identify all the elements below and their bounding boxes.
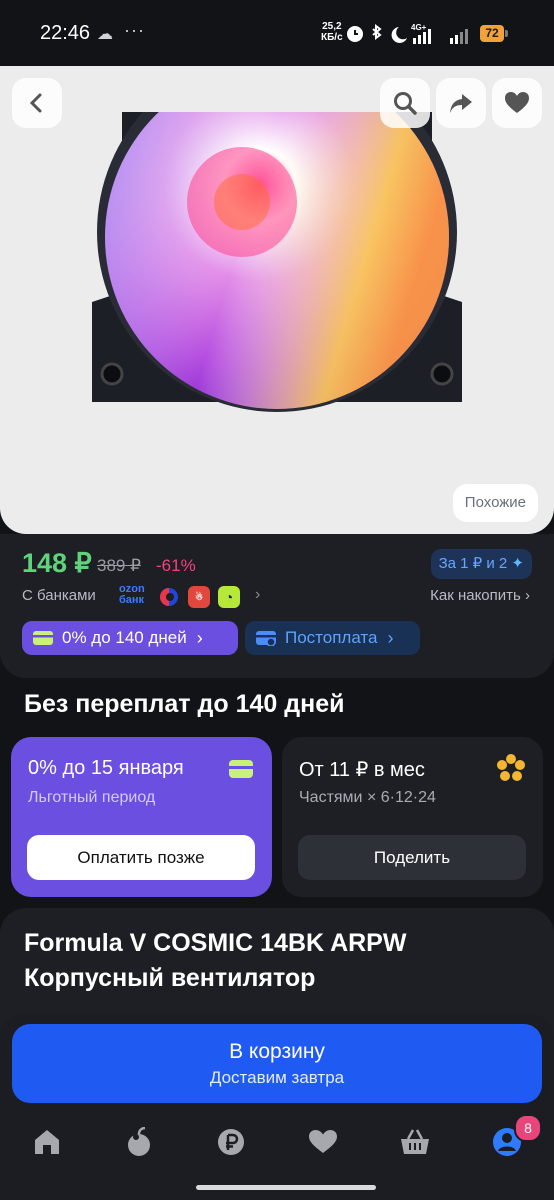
status-bar: 22:46 ☁ ··· 25,2 КБ/с 4G+ 72 xyxy=(0,0,554,66)
sparkle-icon: ✦ xyxy=(511,555,524,572)
how-to-accumulate-link[interactable]: Как накопить › xyxy=(430,587,530,604)
search-button[interactable] xyxy=(380,78,430,128)
installment-chip-label: 0% до 140 дней xyxy=(62,628,187,647)
add-to-cart-button[interactable]: В корзину Доставим завтра xyxy=(12,1024,542,1103)
apple-icon xyxy=(128,1127,150,1156)
bluetooth-icon xyxy=(372,24,382,40)
status-time: 22:46 xyxy=(40,22,91,44)
battery-icon: 72 xyxy=(480,25,504,42)
heart-icon xyxy=(505,92,529,113)
battery-tip xyxy=(505,30,508,37)
back-button[interactable] xyxy=(12,78,62,128)
delivery-label: Доставим завтра xyxy=(209,1068,345,1087)
network-type: 4G+ xyxy=(411,23,427,32)
add-to-cart-label: В корзину xyxy=(229,1040,325,1063)
similar-button[interactable]: Похожие xyxy=(452,484,538,522)
installments-title: Без переплат до 140 дней xyxy=(24,690,345,718)
pay-later-button[interactable]: Оплатить позже xyxy=(27,835,255,880)
heart-icon xyxy=(309,1130,337,1153)
product-image xyxy=(92,112,462,412)
ozon-bank-line2: банк xyxy=(119,594,145,606)
nav-finance[interactable] xyxy=(214,1125,248,1159)
signal-2-icon xyxy=(450,29,468,44)
more-notifications-icon: ··· xyxy=(124,20,145,40)
chevron-left-icon xyxy=(29,93,42,113)
nav-cart[interactable] xyxy=(398,1125,432,1159)
basket-icon xyxy=(401,1129,429,1154)
nav-home[interactable] xyxy=(30,1125,64,1159)
home-indicator[interactable] xyxy=(196,1185,376,1190)
old-price: 389 ₽ xyxy=(97,556,141,575)
installment-chip[interactable]: 0% до 140 дней › xyxy=(22,621,238,655)
card-split-title: От 11 ₽ в мес xyxy=(299,759,425,781)
chevron-right-icon[interactable]: › xyxy=(255,586,260,604)
flower-icon xyxy=(497,754,525,781)
profile-badge: 8 xyxy=(514,1114,542,1142)
chevron-right-icon: › xyxy=(387,628,394,648)
price-card: 148 ₽ 389 ₽ -61% За 1 ₽ и 2 ✦ С банками … xyxy=(0,534,554,678)
installment-card-split[interactable]: От 11 ₽ в мес Частями × 6·12·24 Поделить xyxy=(282,737,543,897)
postpay-chip[interactable]: Постоплата › xyxy=(245,621,420,655)
points-label: За 1 ₽ и 2 xyxy=(438,555,508,572)
card-grace-title: 0% до 15 января xyxy=(28,757,184,779)
card-icon xyxy=(229,760,253,778)
ozon-bank-logo[interactable]: ozon банк xyxy=(119,584,153,606)
cloud-icon: ☁ xyxy=(97,26,113,43)
bank-logo-2-icon[interactable]: ☃ xyxy=(188,586,210,608)
postpay-icon xyxy=(256,631,276,646)
ruble-icon xyxy=(218,1129,244,1155)
postpay-chip-label: Постоплата xyxy=(285,628,378,647)
share-icon xyxy=(450,94,472,113)
home-icon xyxy=(35,1130,59,1154)
installment-card-grace[interactable]: 0% до 15 января Льготный период Оплатить… xyxy=(11,737,272,897)
card-grace-subtitle: Льготный период xyxy=(28,789,156,806)
current-price: 148 ₽ xyxy=(22,548,92,578)
product-title: Formula V COSMIC 14BK ARPW Корпусный вен… xyxy=(24,929,407,992)
nav-fresh[interactable] xyxy=(122,1125,156,1159)
favorite-button[interactable] xyxy=(492,78,542,128)
network-speed-value: 25,2 xyxy=(322,21,342,32)
product-image-area[interactable]: Похожие xyxy=(0,66,554,534)
network-speed-unit: КБ/с xyxy=(321,32,343,43)
network-speed: 25,2 КБ/с xyxy=(321,21,343,43)
bank-logo-3-icon[interactable]: ◔ xyxy=(218,586,240,608)
bank-logo-1-icon[interactable] xyxy=(158,586,180,608)
card-icon xyxy=(33,631,53,645)
alarm-icon xyxy=(347,26,363,42)
discount-badge: -61% xyxy=(156,556,196,575)
share-button[interactable] xyxy=(436,78,486,128)
points-badge[interactable]: За 1 ₽ и 2 ✦ xyxy=(430,549,532,579)
split-button[interactable]: Поделить xyxy=(298,835,526,880)
chevron-right-icon: › xyxy=(196,628,203,648)
search-icon xyxy=(394,92,417,115)
moon-icon xyxy=(391,27,407,43)
card-split-subtitle: Частями × 6·12·24 xyxy=(299,789,436,806)
nav-favorites[interactable] xyxy=(306,1125,340,1159)
banks-label: С банками xyxy=(22,587,96,604)
